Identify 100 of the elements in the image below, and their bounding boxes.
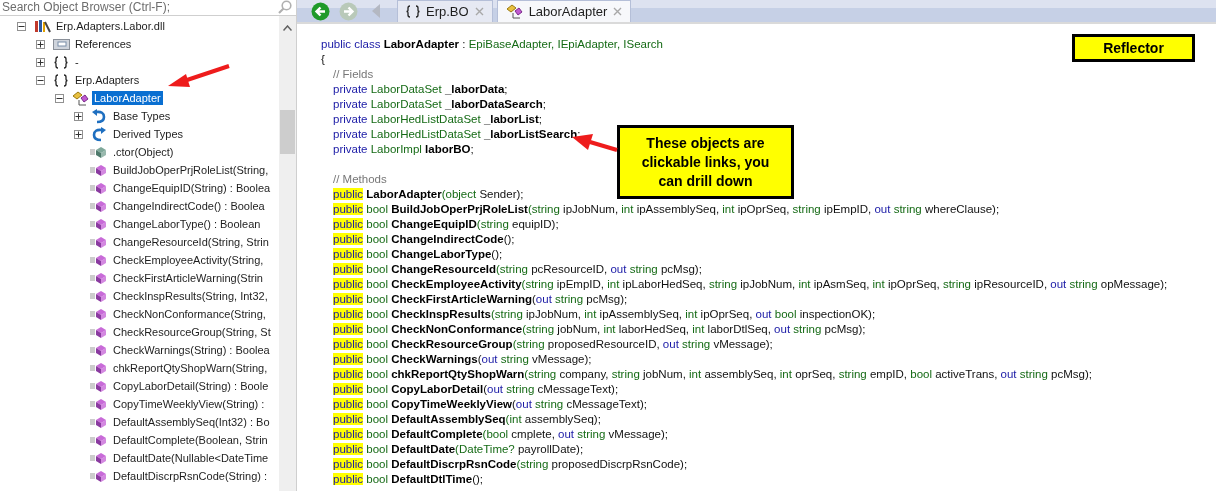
tree-item[interactable]: CopyLaborDetail(String) : Boole — [111, 379, 271, 393]
code-comment: // Methods — [333, 172, 387, 187]
method-icon — [90, 200, 108, 212]
method-icon — [90, 272, 108, 284]
tree-item[interactable]: CheckFirstArticleWarning(Strin — [111, 271, 265, 285]
tree-item[interactable]: ChangeIndirectCode() : Boolea — [111, 199, 267, 213]
tree-item[interactable]: Base Types — [111, 109, 173, 123]
back-button[interactable] — [309, 0, 331, 22]
method-icon — [90, 416, 108, 428]
method-icon — [90, 182, 108, 194]
tree-item[interactable]: DefaultAssemblySeq(Int32) : Bo — [111, 415, 272, 429]
code-line: public bool CheckFirstArticleWarning(out string pcMsg); — [333, 292, 628, 307]
callout-note: These objects are clickable links, you can drill down — [617, 125, 794, 199]
code-line: public bool DefaultDiscrpRsnCode(string proposedDiscrpRsnCode); — [333, 457, 688, 472]
tree-item[interactable]: ChangeEquipID(String) : Boolea — [111, 181, 273, 195]
method-icon — [90, 434, 108, 446]
triangle-left-icon — [371, 3, 381, 19]
tab[interactable]: Erp.BO — [397, 0, 493, 22]
search-icon — [278, 0, 292, 14]
code-line: public bool ChangeEquipID(string equipID); — [333, 217, 559, 232]
code-line: private LaborDataSet _laborData; — [333, 82, 508, 97]
tree-item[interactable]: CheckInspResults(String, Int32, — [111, 289, 270, 303]
tree-item[interactable]: DefaultDiscrpRsnCode(String) : — [111, 469, 270, 483]
back-icon — [310, 1, 330, 21]
expand-button[interactable] — [36, 57, 45, 67]
class-icon — [505, 4, 523, 19]
method-icon — [90, 326, 108, 338]
method-icon — [90, 398, 108, 410]
tree-item[interactable]: chkReportQtyShopWarn(String, — [111, 361, 270, 375]
code-line: public bool DefaultAssemblySeq(int assemblySeq); — [333, 412, 601, 427]
tree-item[interactable]: CheckEmployeeActivity(String, — [111, 253, 266, 267]
code-line: { — [321, 52, 325, 67]
tree-item[interactable]: CheckWarnings(String) : Boolea — [111, 343, 272, 357]
collapse-button[interactable] — [17, 21, 26, 31]
expand-button[interactable] — [74, 111, 83, 121]
code-line: public bool CheckNonConformance(string jobNum, int laborHedSeq, int laborDtlSeq, out string pcMsg); — [333, 322, 866, 337]
tree-item[interactable]: BuildJobOperPrjRoleList(String, — [111, 163, 271, 177]
code-comment: // Fields — [333, 67, 374, 82]
method-icon — [90, 344, 108, 356]
plus-icon — [75, 112, 82, 120]
tree-item[interactable]: ChangeLaborType() : Boolean — [111, 217, 263, 231]
method-icon — [90, 470, 108, 482]
books-icon — [33, 19, 51, 33]
class-icon — [71, 90, 89, 106]
tree-item[interactable]: Erp.Adapters.Labor.dll — [54, 19, 167, 33]
plus-icon — [37, 58, 44, 66]
tree-item[interactable]: CheckResourceGroup(String, St — [111, 325, 273, 339]
braces-icon — [406, 5, 420, 18]
method-icon — [90, 236, 108, 248]
forward-icon — [338, 1, 358, 21]
method-icon — [90, 290, 108, 302]
tree-item[interactable]: References — [73, 37, 134, 51]
curved-arrow-icon — [91, 108, 107, 124]
method-icon — [90, 254, 108, 266]
code-line: public bool CopyLaborDetail(out string cMessageText); — [333, 382, 619, 397]
code-line: public bool CheckEmployeeActivity(string ipEmpID, int ipLaborHedSeq, string ipJobNum, int ipAsmSeq, int ipOprSeq, string ipResourceID, out string opMessage); — [333, 277, 1168, 292]
close-icon — [613, 7, 623, 16]
code-line: public bool CopyTimeWeeklyView(out string cMessageText); — [333, 397, 647, 412]
method-icon — [90, 452, 108, 464]
collapse-button[interactable] — [36, 75, 45, 85]
code-line: public bool ChangeLaborType(); — [333, 247, 503, 262]
constructor-icon — [90, 146, 108, 158]
pointer-arrow — [168, 64, 230, 87]
caret-up-icon — [283, 25, 292, 31]
code-line: public bool DefaultDtlTime(); — [333, 472, 483, 487]
plus-icon — [37, 40, 44, 48]
tree-item[interactable]: Derived Types — [111, 127, 186, 141]
annotation-label: Reflector — [1072, 34, 1195, 62]
scrollbar[interactable] — [279, 16, 296, 491]
curved-arrow-icon — [91, 126, 107, 142]
code-line: public bool ChangeResourceId(string pcResourceID, out string pcMsg); — [333, 262, 702, 277]
braces-icon — [54, 55, 68, 69]
code-line: public bool CheckResourceGroup(string proposedResourceID, out string vMessage); — [333, 337, 773, 352]
tree-item[interactable]: CopyTimeWeeklyView(String) : — [111, 397, 267, 411]
braces-icon — [54, 73, 68, 87]
collapse-button[interactable] — [55, 93, 64, 103]
tree-item[interactable]: DefaultComplete(Boolean, Strin — [111, 433, 270, 447]
method-icon — [90, 380, 108, 392]
scroll-thumb[interactable] — [280, 110, 295, 154]
expand-button[interactable] — [36, 39, 45, 49]
tab[interactable]: LaborAdapter — [496, 0, 632, 22]
tree-item[interactable]: .ctor(Object) — [111, 145, 176, 159]
tree-item[interactable]: CheckNonConformance(String, — [111, 307, 268, 321]
tree-item[interactable]: LaborAdapter — [92, 91, 163, 105]
method-icon — [90, 218, 108, 230]
code-line: public class LaborAdapter : EpiBaseAdapter, IEpiAdapter, ISearch — [321, 37, 663, 52]
method-icon — [90, 164, 108, 176]
tree-item[interactable]: DefaultDate(Nullable<DateTime — [111, 451, 271, 465]
code-line: public bool CheckInspResults(string ipJobNum, int ipAssemblySeq, int ipOprSeq, out bool inspectionOK); — [333, 307, 876, 322]
plus-icon — [75, 130, 82, 138]
tree-item[interactable]: ChangeResourceId(String, Strin — [111, 235, 271, 249]
folder-icon — [52, 38, 70, 50]
code-line: public bool chkReportQtyShopWarn(string company, string jobNum, int assemblySeq, int oprSeq, string empID, bool activeTrans, out string pcMsg); — [333, 367, 1092, 382]
tree-item[interactable]: - — [73, 55, 81, 69]
expand-button[interactable] — [74, 129, 83, 139]
code-line: public bool CheckWarnings(out string vMessage); — [333, 352, 592, 367]
code-line: public LaborAdapter(object Sender); — [333, 187, 524, 202]
search-field[interactable]: Search Object Browser (Ctrl-F); — [0, 0, 296, 16]
code-line: public bool BuildJobOperPrjRoleList(string ipJobNum, int ipAssemblySeq, int ipOprSeq, string ipEmpID, out string whereClause); — [333, 202, 1000, 217]
tree-item[interactable]: Erp.Adapters — [73, 73, 142, 87]
